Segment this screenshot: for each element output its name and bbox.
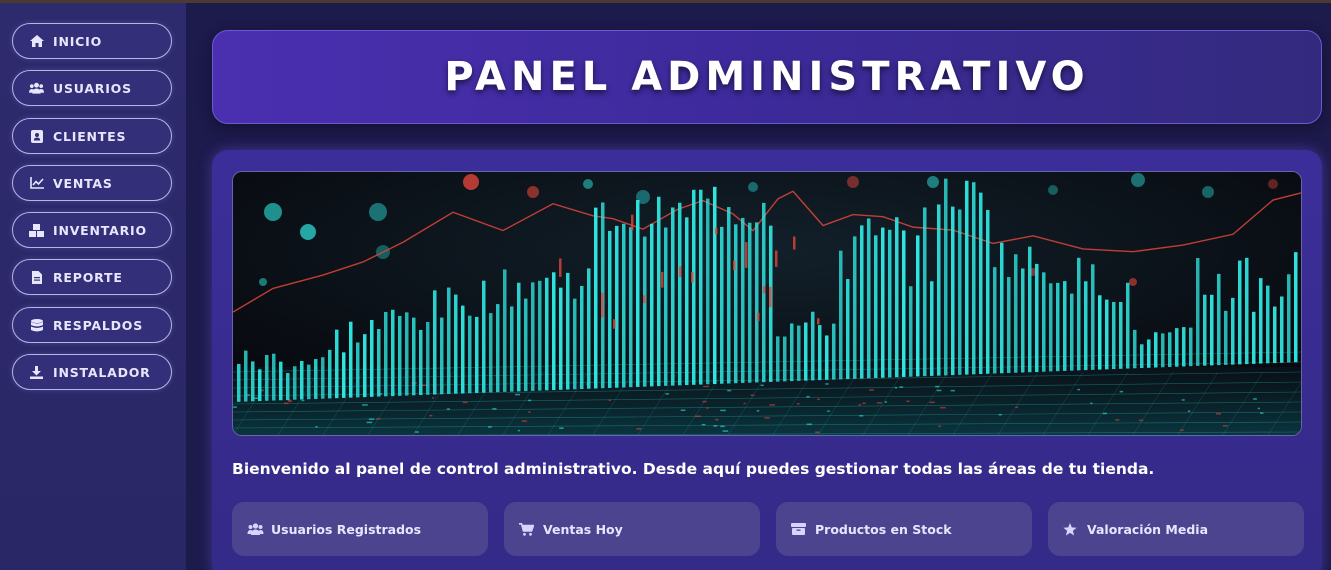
dashboard-card: Bienvenido al panel de control administr…	[212, 150, 1322, 570]
sidebar: INICIO USUARIOS CLIENTES VENTAS INVENTAR…	[0, 3, 186, 570]
users-icon	[247, 523, 264, 536]
page-header: PANEL ADMINISTRATIVO	[212, 30, 1322, 124]
sidebar-item-inicio[interactable]: INICIO	[12, 23, 172, 59]
stat-card-ventas[interactable]: Ventas Hoy	[504, 502, 760, 556]
database-icon	[29, 318, 44, 332]
stat-card-productos[interactable]: Productos en Stock	[776, 502, 1032, 556]
sidebar-item-clientes[interactable]: CLIENTES	[12, 118, 172, 154]
sidebar-item-respaldos[interactable]: RESPALDOS	[12, 307, 172, 343]
sidebar-item-inventario[interactable]: INVENTARIO	[12, 212, 172, 248]
stat-label: Productos en Stock	[815, 521, 952, 537]
trading-chart-banner-image	[232, 171, 1302, 436]
sidebar-item-label: INSTALADOR	[53, 364, 151, 380]
sidebar-item-label: VENTAS	[53, 175, 113, 191]
sidebar-item-usuarios[interactable]: USUARIOS	[12, 70, 172, 106]
users-icon	[29, 82, 44, 95]
chart-line-icon	[29, 177, 44, 190]
sidebar-item-instalador[interactable]: INSTALADOR	[12, 354, 172, 390]
sidebar-item-ventas[interactable]: VENTAS	[12, 165, 172, 201]
sidebar-item-label: USUARIOS	[53, 80, 132, 96]
stat-label: Ventas Hoy	[543, 521, 623, 537]
welcome-message: Bienvenido al panel de control administr…	[232, 460, 1155, 478]
sidebar-item-label: RESPALDOS	[53, 317, 144, 333]
box-icon	[791, 523, 808, 536]
sidebar-item-label: INICIO	[53, 33, 103, 49]
sidebar-item-reporte[interactable]: REPORTE	[12, 259, 172, 295]
main-content: PANEL ADMINISTRATIVO Bienvenido al panel…	[186, 3, 1331, 570]
sidebar-item-label: REPORTE	[53, 269, 123, 285]
cart-icon	[519, 522, 536, 536]
address-book-icon	[29, 129, 44, 143]
page-title: PANEL ADMINISTRATIVO	[444, 54, 1090, 100]
stat-label: Valoración Media	[1087, 521, 1209, 537]
stat-card-usuarios[interactable]: Usuarios Registrados	[232, 502, 488, 556]
star-icon	[1063, 522, 1080, 536]
file-icon	[29, 270, 44, 284]
download-icon	[29, 365, 44, 379]
home-icon	[29, 35, 44, 48]
boxes-icon	[29, 223, 44, 237]
sidebar-item-label: INVENTARIO	[53, 222, 147, 238]
stat-label: Usuarios Registrados	[271, 521, 422, 537]
sidebar-item-label: CLIENTES	[53, 128, 127, 144]
stat-card-valoracion[interactable]: Valoración Media	[1048, 502, 1304, 556]
